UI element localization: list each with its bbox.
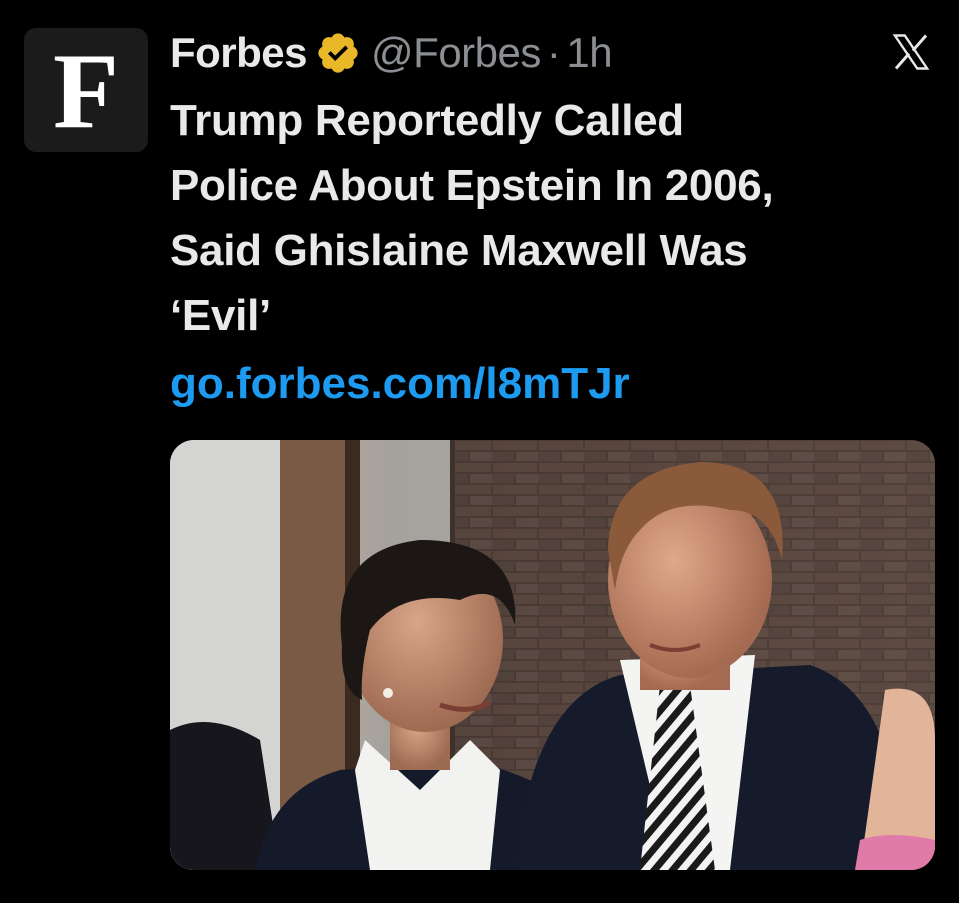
article-link[interactable]: go.forbes.com/l8mTJr bbox=[170, 354, 630, 414]
previous-context-fragment bbox=[108, 0, 528, 4]
meta-separator: · bbox=[546, 29, 561, 76]
post-headline: Trump Reportedly Called Police About Eps… bbox=[170, 88, 930, 348]
x-logo-icon[interactable] bbox=[888, 30, 934, 74]
headline-line: ‘Evil’ bbox=[170, 291, 271, 340]
headline-line: Trump Reportedly Called bbox=[170, 96, 684, 145]
post-header: Forbes @Forbes · 1h bbox=[170, 28, 613, 78]
author-name[interactable]: Forbes bbox=[170, 29, 308, 77]
author-avatar[interactable]: F bbox=[24, 28, 148, 152]
post-photo[interactable] bbox=[170, 440, 935, 870]
post-timestamp[interactable]: 1h bbox=[566, 29, 612, 77]
post-view: F Forbes @Forbes · 1h Trump Reportedly C… bbox=[0, 0, 959, 903]
headline-line: Said Ghislaine Maxwell Was bbox=[170, 226, 748, 275]
headline-line: Police About Epstein In 2006, bbox=[170, 161, 774, 210]
verified-badge-icon bbox=[315, 30, 361, 76]
photo-illustration bbox=[170, 440, 935, 870]
author-handle[interactable]: @Forbes bbox=[371, 29, 541, 77]
avatar-logo-letter: F bbox=[53, 32, 119, 151]
